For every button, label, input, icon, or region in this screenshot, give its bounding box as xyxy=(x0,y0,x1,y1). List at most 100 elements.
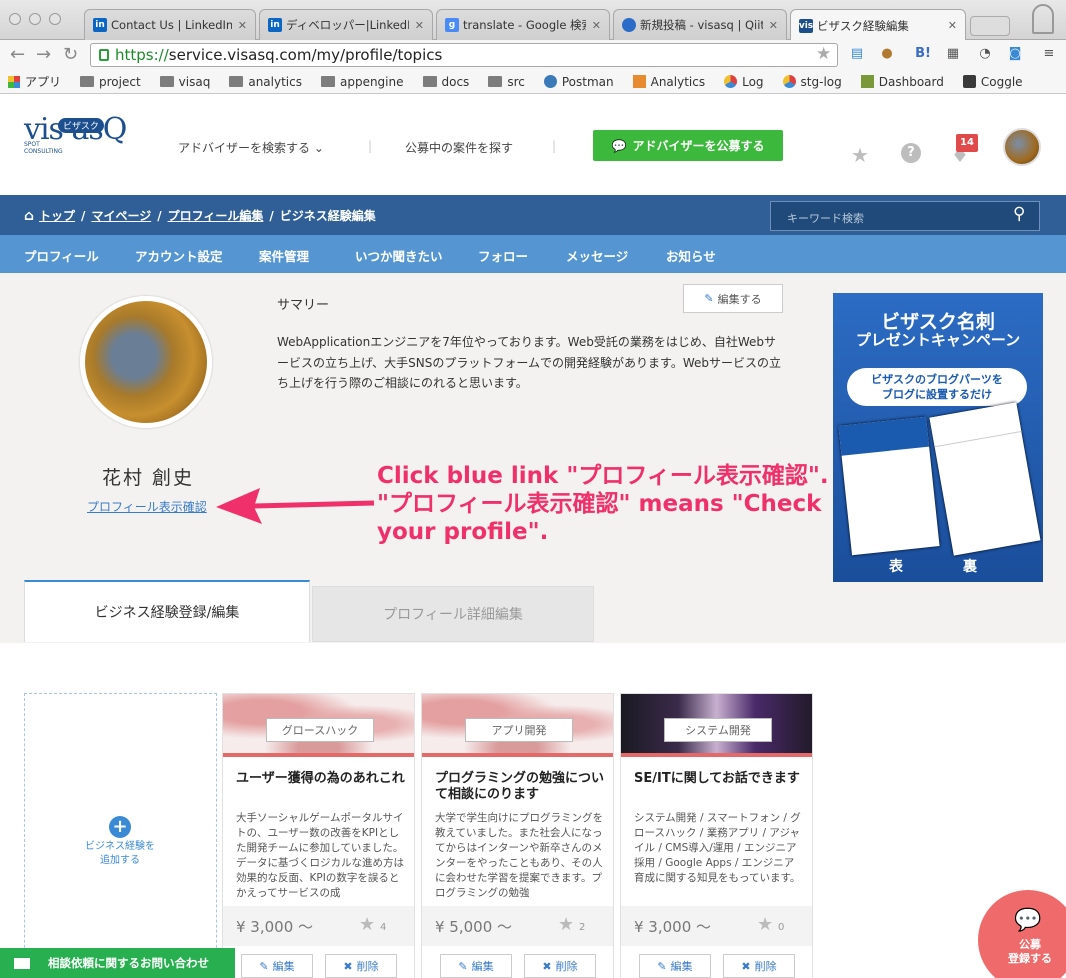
bookmark-stg-log[interactable]: stg-log xyxy=(782,75,842,89)
profile-photo xyxy=(80,296,212,428)
card-title: SE/ITに関してお話できます xyxy=(634,771,800,786)
browser-tab[interactable]: 新規投稿 - visasq | Qiita ✕ xyxy=(613,9,787,40)
browser-tab[interactable]: in ディベロッパー|LinkedIn ✕ xyxy=(259,9,433,40)
search-icon[interactable]: ⚲ xyxy=(1013,204,1025,224)
user-avatar[interactable] xyxy=(1003,128,1041,166)
bookmark-folder[interactable]: docs xyxy=(422,75,469,89)
bookmark-folder[interactable]: analytics xyxy=(229,75,302,89)
favorites-star-icon[interactable]: ★ xyxy=(851,143,869,167)
summary-heading: サマリー xyxy=(277,298,330,313)
folder-icon xyxy=(80,76,95,87)
delete-icon: ✖ xyxy=(343,959,353,973)
back-icon[interactable]: ← xyxy=(10,44,25,65)
hatena-extension-icon[interactable]: B! xyxy=(914,46,932,64)
bookmark-log[interactable]: Log xyxy=(724,75,764,89)
edit-card-button[interactable]: ✎ 編集 xyxy=(241,954,313,978)
menu-ask-someday[interactable]: いつか聞きたい xyxy=(355,246,443,265)
mail-icon xyxy=(14,957,30,969)
breadcrumb-current: ビジネス経験編集 xyxy=(279,209,376,223)
nav-search-advisors[interactable]: アドバイザーを検索する ⌄ xyxy=(178,139,324,156)
close-tab-icon[interactable]: ✕ xyxy=(769,19,778,32)
folder-icon xyxy=(488,76,503,87)
breadcrumb-mypage[interactable]: マイページ xyxy=(91,207,151,224)
close-tab-icon[interactable]: ✕ xyxy=(238,19,247,32)
business-card-campaign-banner[interactable]: ビザスク名刺 プレゼントキャンペーン ビザスクのブログパーツを ブログに設置する… xyxy=(833,293,1043,582)
cookie-extension-icon[interactable]: ● xyxy=(878,46,896,64)
browser-tab[interactable]: g translate - Google 検索 ✕ xyxy=(436,9,610,40)
zoom-window-button[interactable] xyxy=(49,13,61,25)
chat-icon: 💬 xyxy=(611,138,627,153)
menu-icon[interactable]: ≡ xyxy=(1040,46,1058,64)
experience-card[interactable]: アプリ開発 プログラミングの勉強について相談にのります 大学で学生向けにプログラ… xyxy=(421,693,614,978)
notification-badge[interactable]: 14 xyxy=(956,134,978,152)
edit-card-button[interactable]: ✎ 編集 xyxy=(440,954,512,978)
star-icon: ★ xyxy=(558,914,575,935)
menu-messages[interactable]: メッセージ xyxy=(566,246,628,265)
post-advisor-request-button[interactable]: 💬 アドバイザーを公募する xyxy=(593,130,783,161)
category-tag: システム開発 xyxy=(664,718,772,742)
check-profile-link[interactable]: プロフィール表示確認 xyxy=(87,498,207,515)
menu-profile[interactable]: プロフィール xyxy=(24,246,99,265)
bookmark-folder[interactable]: visaq xyxy=(159,75,210,89)
logo-badge: ビザスク xyxy=(58,118,104,133)
reload-icon[interactable]: ↻ xyxy=(63,44,78,65)
summary-text: WebApplicationエンジニアを7年位やっております。Web受託の業務を… xyxy=(277,335,781,390)
bookmark-apps[interactable]: アプリ xyxy=(8,73,61,90)
bookmark-dashboard[interactable]: Dashboard xyxy=(860,75,944,89)
tab-profile-detail[interactable]: プロフィール詳細編集 xyxy=(312,586,594,642)
google-icon: g xyxy=(445,18,459,32)
user-profile-icon[interactable] xyxy=(1032,4,1054,34)
stg-log-icon xyxy=(782,75,796,88)
card-title: ユーザー獲得の為のあれこれ xyxy=(236,771,405,786)
delete-card-button[interactable]: ✖ 削除 xyxy=(325,954,397,978)
minimize-window-button[interactable] xyxy=(29,13,41,25)
menu-follow[interactable]: フォロー xyxy=(478,246,528,265)
delete-card-button[interactable]: ✖ 削除 xyxy=(524,954,596,978)
category-tag: グロースハック xyxy=(266,718,374,742)
breadcrumb-top[interactable]: トップ xyxy=(39,207,75,224)
menu-case-management[interactable]: 案件管理 xyxy=(259,246,309,265)
nav-divider: | xyxy=(552,139,557,153)
bookmark-folder[interactable]: src xyxy=(488,75,525,89)
menu-notices[interactable]: お知らせ xyxy=(666,246,716,265)
bookmark-postman[interactable]: Postman xyxy=(543,75,614,89)
camera-extension-icon[interactable]: ◙ xyxy=(1006,46,1024,64)
pencil-icon: ✎ xyxy=(259,959,269,973)
close-tab-icon[interactable]: ✕ xyxy=(415,19,424,32)
close-tab-icon[interactable]: ✕ xyxy=(592,19,601,32)
close-window-button[interactable] xyxy=(9,13,21,25)
tab-business-experience[interactable]: ビジネス経験登録/編集 xyxy=(24,580,310,642)
edit-card-button[interactable]: ✎ 編集 xyxy=(639,954,711,978)
bookmark-folder[interactable]: appengine xyxy=(320,75,404,89)
business-card-back-image xyxy=(929,402,1041,556)
pencil-icon: ✎ xyxy=(657,959,667,973)
edit-summary-button[interactable]: ✎ 編集する xyxy=(683,284,783,313)
profile-name: 花村 創史 xyxy=(102,467,195,489)
address-bar[interactable]: https://service.visasq.com/my/profile/to… xyxy=(90,43,838,67)
banner-front-label: 表 xyxy=(889,559,903,575)
post-request-floating-button[interactable]: 💬 公募 登録する xyxy=(978,890,1066,978)
folder-extension-icon[interactable]: ▤ xyxy=(848,46,866,64)
card-description: 大学で学生向けにプログラミングを教えていました。また社会人になってからはインター… xyxy=(435,812,603,899)
experience-card[interactable]: システム開発 SE/ITに関してお話できます システム開発 / スマートフォン … xyxy=(620,693,813,978)
bookmark-star-icon[interactable]: ★ xyxy=(816,44,831,64)
menu-account-settings[interactable]: アカウント設定 xyxy=(135,246,223,265)
keyword-search-input[interactable]: キーワード検索 xyxy=(770,201,1040,231)
experience-card[interactable]: グロースハック ユーザー獲得の為のあれこれ 大手ソーシャルゲームポータルサイトの… xyxy=(222,693,415,978)
new-tab-button[interactable] xyxy=(970,16,1010,36)
timer-extension-icon[interactable]: ◔ xyxy=(976,46,994,64)
forward-icon[interactable]: → xyxy=(36,44,51,65)
help-icon[interactable]: ? xyxy=(901,143,921,163)
browser-tab-active[interactable]: vis ビザスク経験編集 ✕ xyxy=(790,9,966,41)
bookmark-analytics[interactable]: Analytics xyxy=(632,75,705,89)
bookmark-coggle[interactable]: Coggle xyxy=(962,75,1023,89)
floating-button-label: 公募 登録する xyxy=(1008,938,1052,965)
bookmark-folder[interactable]: project xyxy=(80,75,141,89)
browser-tab[interactable]: in Contact Us | LinkedIn H✕ xyxy=(84,9,256,40)
nav-open-cases[interactable]: 公募中の案件を探す xyxy=(405,139,513,156)
delete-card-button[interactable]: ✖ 削除 xyxy=(723,954,795,978)
qr-extension-icon[interactable]: ▦ xyxy=(944,46,962,64)
close-tab-icon[interactable]: ✕ xyxy=(948,19,957,32)
consultation-contact-button[interactable]: 相談依頼に関するお問い合わせ xyxy=(0,948,235,978)
breadcrumb-profile-edit[interactable]: プロフィール編集 xyxy=(168,207,264,224)
